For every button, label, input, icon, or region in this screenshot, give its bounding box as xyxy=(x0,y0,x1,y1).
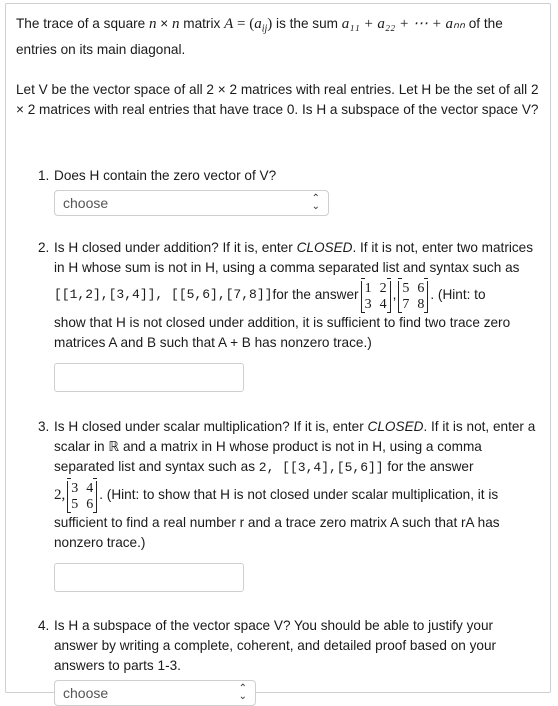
example-matrix-1: 12 34 xyxy=(359,277,393,313)
question-1: 1. Does H contain the zero vector of V? … xyxy=(16,166,540,216)
question-2-answer-input[interactable] xyxy=(54,362,244,392)
question-1-select[interactable]: choose ⌃ ⌄ xyxy=(54,189,329,216)
question-3-number: 3. xyxy=(38,418,50,434)
question-3: 3. Is H closed under scalar multiplicati… xyxy=(16,417,540,592)
question-3-code-example: 2, [[3,4],[5,6]] xyxy=(258,459,384,475)
example-matrix-2: 56 78 xyxy=(396,277,430,313)
question-1-number: 1. xyxy=(38,167,50,183)
question-3-answer-input[interactable] xyxy=(54,562,244,592)
select-value: choose xyxy=(63,194,109,211)
question-panel: The trace of a square n × n matrix A = (… xyxy=(5,3,551,706)
question-3-example-line: 2, 34 56 . (Hint: to show that H is not … xyxy=(54,477,540,513)
question-3-text: Is H closed under scalar multiplication?… xyxy=(54,418,536,475)
question-1-text: Does H contain the zero vector of V? xyxy=(54,167,277,183)
question-3-hint: sufficient to find a real number r and a… xyxy=(54,514,500,550)
question-2-example-line: [[1,2],[3,4]], [[5,6],[7,8]] for the ans… xyxy=(54,277,540,313)
question-2: 2. Is H closed under addition? If it is,… xyxy=(16,238,540,392)
question-4-text: Is H a subspace of the vector space V? Y… xyxy=(54,617,497,673)
question-2-number: 2. xyxy=(38,239,50,255)
question-4: 4. Is H a subspace of the vector space V… xyxy=(16,616,540,706)
intro-paragraph-1: The trace of a square n × n matrix A = (… xyxy=(16,16,503,57)
example-matrix-3: 34 56 xyxy=(65,477,99,513)
question-list: 1. Does H contain the zero vector of V? … xyxy=(16,166,540,706)
chevron-up-down-icon: ⌃ ⌄ xyxy=(238,682,247,702)
question-2-hint: show that H is not closed under addition… xyxy=(54,314,511,350)
chevron-up-down-icon: ⌃ ⌄ xyxy=(311,192,320,212)
intro-paragraph-2: Let V be the vector space of all 2 × 2 m… xyxy=(16,81,539,117)
question-2-text: Is H closed under addition? If it is, en… xyxy=(54,239,534,275)
question-4-select[interactable]: choose ⌃ ⌄ xyxy=(54,679,256,706)
question-2-code-example: [[1,2],[3,4]], [[5,6],[7,8]] xyxy=(54,287,273,303)
question-4-number: 4. xyxy=(38,617,50,633)
